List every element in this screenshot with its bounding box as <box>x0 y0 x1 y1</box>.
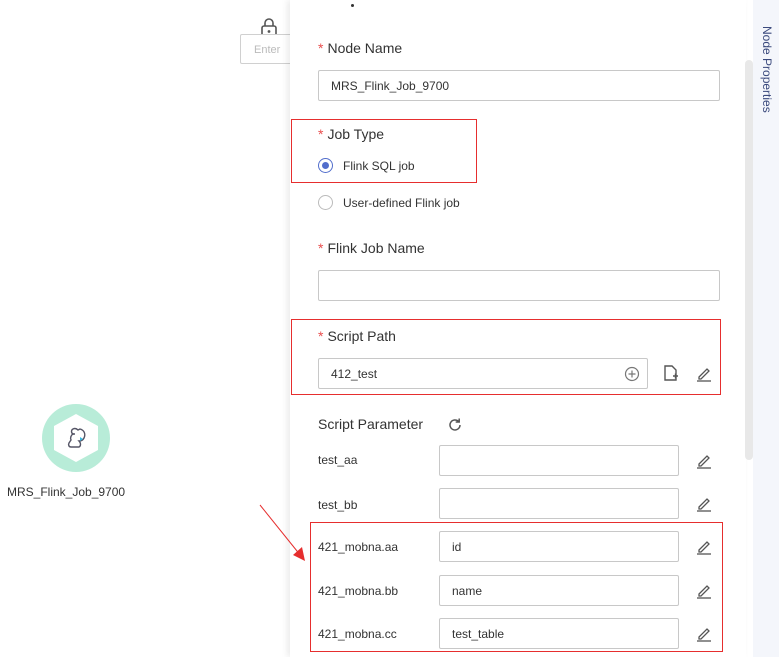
node-name-label: * Node Name <box>318 40 403 56</box>
panel-scrollbar[interactable] <box>745 60 753 460</box>
param-value-input[interactable]: test_table <box>439 618 679 649</box>
required-mark: * <box>318 328 324 344</box>
script-path-label: * Script Path <box>318 328 396 344</box>
radio-unchecked-icon[interactable] <box>318 195 333 210</box>
param-key: 421_mobna.cc <box>318 627 397 641</box>
edit-pencil-icon[interactable] <box>695 624 713 642</box>
radio-checked-icon[interactable] <box>318 158 333 173</box>
node-hexagon <box>54 414 98 462</box>
flink-job-name-label: * Flink Job Name <box>318 240 425 256</box>
annotation-arrow-icon <box>259 504 305 561</box>
edit-pencil-icon[interactable] <box>695 364 713 382</box>
edit-pencil-icon[interactable] <box>695 451 713 469</box>
script-path-input[interactable]: 412_test <box>318 358 648 389</box>
param-key: 421_mobna.aa <box>318 540 399 554</box>
workflow-canvas: Enter MRS_Flink_Job_9700 <box>0 0 300 657</box>
edit-pencil-icon[interactable] <box>695 537 713 555</box>
edit-pencil-icon[interactable] <box>695 494 713 512</box>
param-value-input[interactable] <box>439 445 679 476</box>
param-value-input[interactable]: name <box>439 575 679 606</box>
param-key: 421_mobna.bb <box>318 584 399 598</box>
refresh-icon[interactable] <box>446 416 464 434</box>
param-value-input[interactable] <box>439 488 679 519</box>
panel-top-dot <box>351 4 354 7</box>
param-value-input[interactable]: id <box>439 531 679 562</box>
new-file-icon[interactable] <box>662 364 680 382</box>
script-parameter-label: Script Parameter <box>318 416 424 432</box>
edit-pencil-icon[interactable] <box>695 581 713 599</box>
radio-user-defined-flink-job[interactable]: User-defined Flink job <box>318 195 460 210</box>
required-mark: * <box>318 40 324 56</box>
node-label: MRS_Flink_Job_9700 <box>7 485 126 499</box>
flink-job-node[interactable] <box>42 404 110 472</box>
job-type-label: * Job Type <box>318 126 385 142</box>
radio-flink-sql-job[interactable]: Flink SQL job <box>318 158 415 173</box>
radio-label: User-defined Flink job <box>343 195 460 210</box>
squirrel-icon <box>67 427 86 448</box>
param-key: test_bb <box>318 498 358 512</box>
node-name-input[interactable]: MRS_Flink_Job_9700 <box>318 70 720 101</box>
required-mark: * <box>318 126 324 142</box>
add-circle-icon[interactable] <box>623 365 641 383</box>
required-mark: * <box>318 240 324 256</box>
param-key: test_aa <box>318 453 358 467</box>
tab-node-properties[interactable]: Node Properties <box>760 26 774 113</box>
radio-label: Flink SQL job <box>343 158 415 173</box>
flink-job-name-input[interactable] <box>318 270 720 301</box>
